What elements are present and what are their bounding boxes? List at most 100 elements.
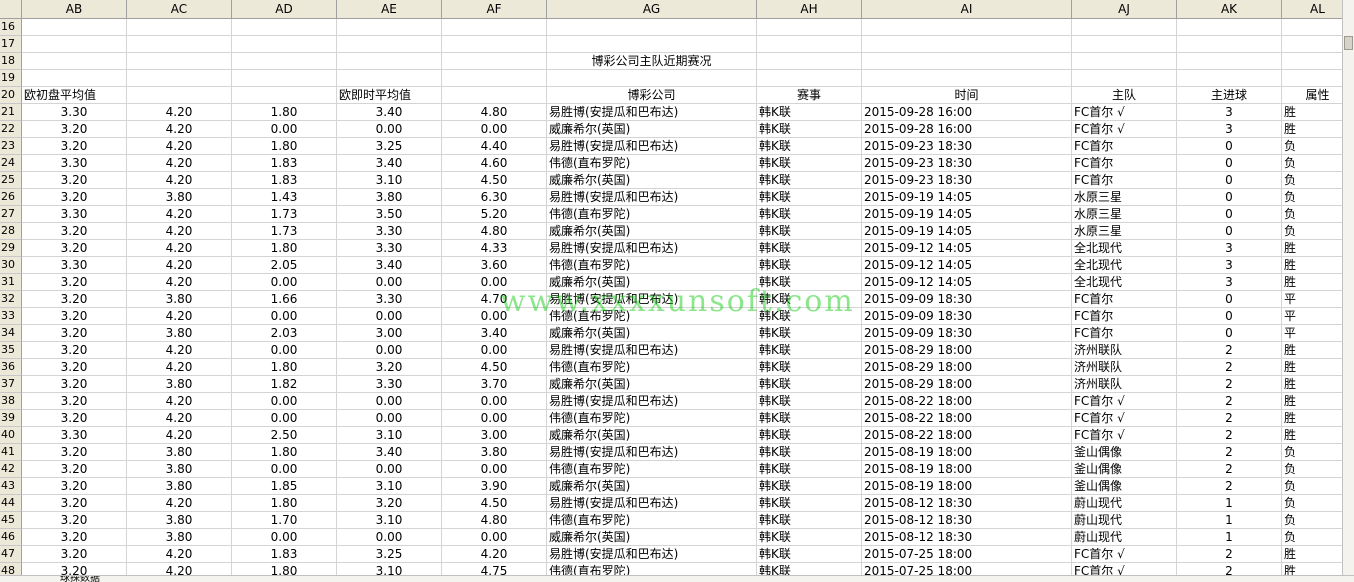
- cell-ad[interactable]: 1.43: [232, 189, 337, 206]
- cell-ac[interactable]: 3.80: [127, 444, 232, 461]
- row-header[interactable]: 40: [0, 427, 22, 444]
- cell-ag[interactable]: 伟德(直布罗陀): [547, 461, 757, 478]
- cell-aj[interactable]: 济州联队: [1072, 376, 1177, 393]
- cell-ah[interactable]: 韩K联: [757, 291, 862, 308]
- cell-ak[interactable]: 3: [1177, 257, 1282, 274]
- cell-ac[interactable]: 4.20: [127, 359, 232, 376]
- cell-ai[interactable]: [862, 19, 1072, 36]
- cell-ab[interactable]: 3.20: [22, 274, 127, 291]
- cell-ai[interactable]: [862, 53, 1072, 70]
- cell-ai[interactable]: 2015-08-12 18:30: [862, 495, 1072, 512]
- cell-ab[interactable]: 3.30: [22, 427, 127, 444]
- cell-ad[interactable]: 1.80: [232, 495, 337, 512]
- cell-ai[interactable]: 2015-09-23 18:30: [862, 138, 1072, 155]
- cell-af[interactable]: [442, 87, 547, 104]
- cell-ag[interactable]: 博彩公司: [547, 87, 757, 104]
- column-header-ae[interactable]: AE: [337, 0, 442, 19]
- cell-aj[interactable]: FC首尔 √: [1072, 546, 1177, 563]
- cell-ab[interactable]: [22, 19, 127, 36]
- cell-af[interactable]: 5.20: [442, 206, 547, 223]
- cell-aj[interactable]: 全北现代: [1072, 274, 1177, 291]
- cell-ag[interactable]: 威廉希尔(英国): [547, 325, 757, 342]
- cell-ag[interactable]: 伟德(直布罗陀): [547, 359, 757, 376]
- cell-ab[interactable]: 3.20: [22, 342, 127, 359]
- cell-ai[interactable]: 2015-09-09 18:30: [862, 308, 1072, 325]
- cell-ag[interactable]: [547, 19, 757, 36]
- cell-af[interactable]: 4.50: [442, 359, 547, 376]
- cell-ad[interactable]: 2.05: [232, 257, 337, 274]
- cell-ac[interactable]: 3.80: [127, 325, 232, 342]
- cell-af[interactable]: 0.00: [442, 342, 547, 359]
- row-header[interactable]: 35: [0, 342, 22, 359]
- cell-ab[interactable]: 3.20: [22, 495, 127, 512]
- cell-ak[interactable]: 0: [1177, 189, 1282, 206]
- row-header[interactable]: 20: [0, 87, 22, 104]
- cell-ac[interactable]: 4.20: [127, 172, 232, 189]
- cell-aj[interactable]: FC首尔: [1072, 325, 1177, 342]
- cell-ah[interactable]: 韩K联: [757, 529, 862, 546]
- cell-aj[interactable]: 水原三星: [1072, 189, 1177, 206]
- cell-ah[interactable]: 韩K联: [757, 206, 862, 223]
- cell-ag[interactable]: [547, 70, 757, 87]
- cell-ad[interactable]: 2.03: [232, 325, 337, 342]
- cell-ak[interactable]: 2: [1177, 359, 1282, 376]
- cell-aj[interactable]: 主队: [1072, 87, 1177, 104]
- cell-aj[interactable]: [1072, 53, 1177, 70]
- cell-ag[interactable]: 易胜博(安提瓜和巴布达): [547, 189, 757, 206]
- cell-ac[interactable]: 4.20: [127, 121, 232, 138]
- cell-ac[interactable]: [127, 87, 232, 104]
- cell-ae[interactable]: 欧即时平均值: [337, 87, 442, 104]
- cell-ab[interactable]: 欧初盘平均值: [22, 87, 127, 104]
- cell-ak[interactable]: 2: [1177, 427, 1282, 444]
- cell-ah[interactable]: 韩K联: [757, 342, 862, 359]
- cell-ac[interactable]: 4.20: [127, 240, 232, 257]
- cell-ag[interactable]: 伟德(直布罗陀): [547, 512, 757, 529]
- cell-ab[interactable]: 3.30: [22, 104, 127, 121]
- cell-af[interactable]: 4.70: [442, 291, 547, 308]
- cell-af[interactable]: [442, 36, 547, 53]
- cell-ad[interactable]: 1.70: [232, 512, 337, 529]
- cell-ae[interactable]: 3.30: [337, 223, 442, 240]
- cell-ab[interactable]: 3.20: [22, 393, 127, 410]
- cell-ad[interactable]: [232, 53, 337, 70]
- cell-ak[interactable]: 2: [1177, 393, 1282, 410]
- cell-ac[interactable]: 3.80: [127, 189, 232, 206]
- cell-ai[interactable]: 2015-08-22 18:00: [862, 427, 1072, 444]
- column-header-ai[interactable]: AI: [862, 0, 1072, 19]
- cell-ad[interactable]: 1.83: [232, 155, 337, 172]
- cell-ah[interactable]: 韩K联: [757, 444, 862, 461]
- row-header[interactable]: 43: [0, 478, 22, 495]
- cell-ak[interactable]: 0: [1177, 223, 1282, 240]
- cell-ai[interactable]: 2015-09-09 18:30: [862, 325, 1072, 342]
- cell-af[interactable]: 0.00: [442, 274, 547, 291]
- cell-ag[interactable]: 伟德(直布罗陀): [547, 257, 757, 274]
- cell-ab[interactable]: 3.20: [22, 546, 127, 563]
- cell-ad[interactable]: 0.00: [232, 274, 337, 291]
- cell-ai[interactable]: 2015-08-22 18:00: [862, 393, 1072, 410]
- cell-ai[interactable]: 2015-09-23 18:30: [862, 172, 1072, 189]
- cell-af[interactable]: 3.90: [442, 478, 547, 495]
- cell-af[interactable]: 3.40: [442, 325, 547, 342]
- vertical-scrollbar[interactable]: [1342, 0, 1354, 582]
- cell-ag[interactable]: 威廉希尔(英国): [547, 223, 757, 240]
- cell-ad[interactable]: 1.85: [232, 478, 337, 495]
- cell-ah[interactable]: 韩K联: [757, 359, 862, 376]
- cell-ah[interactable]: 韩K联: [757, 478, 862, 495]
- cell-ai[interactable]: 2015-08-12 18:30: [862, 529, 1072, 546]
- cell-ak[interactable]: 0: [1177, 291, 1282, 308]
- cell-ab[interactable]: 3.30: [22, 257, 127, 274]
- cell-ag[interactable]: 易胜博(安提瓜和巴布达): [547, 291, 757, 308]
- cell-ad[interactable]: 1.80: [232, 138, 337, 155]
- cell-ac[interactable]: 4.20: [127, 393, 232, 410]
- cell-ak[interactable]: 0: [1177, 172, 1282, 189]
- cell-aj[interactable]: 全北现代: [1072, 257, 1177, 274]
- row-header[interactable]: 29: [0, 240, 22, 257]
- cell-ae[interactable]: 0.00: [337, 274, 442, 291]
- row-header[interactable]: 37: [0, 376, 22, 393]
- cell-af[interactable]: 6.30: [442, 189, 547, 206]
- column-header-ag[interactable]: AG: [547, 0, 757, 19]
- cell-ae[interactable]: 3.30: [337, 240, 442, 257]
- cell-ad[interactable]: 1.82: [232, 376, 337, 393]
- cell-ae[interactable]: [337, 53, 442, 70]
- cell-ab[interactable]: 3.20: [22, 410, 127, 427]
